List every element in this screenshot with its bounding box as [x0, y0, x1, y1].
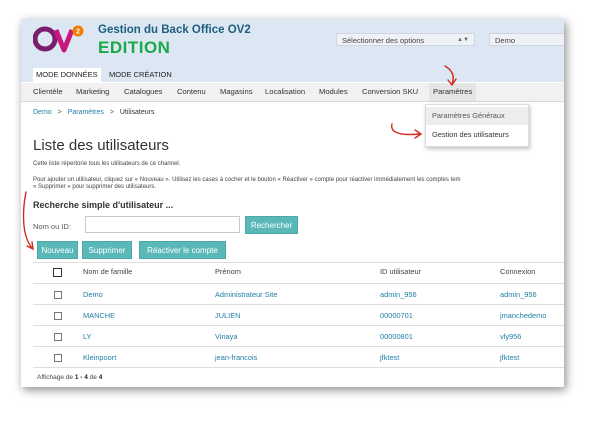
annotation-arrows	[22, 65, 457, 251]
arrow-to-gestion-utilisateurs-icon	[391, 123, 421, 136]
arrow-to-nouveau-icon	[22, 191, 33, 249]
